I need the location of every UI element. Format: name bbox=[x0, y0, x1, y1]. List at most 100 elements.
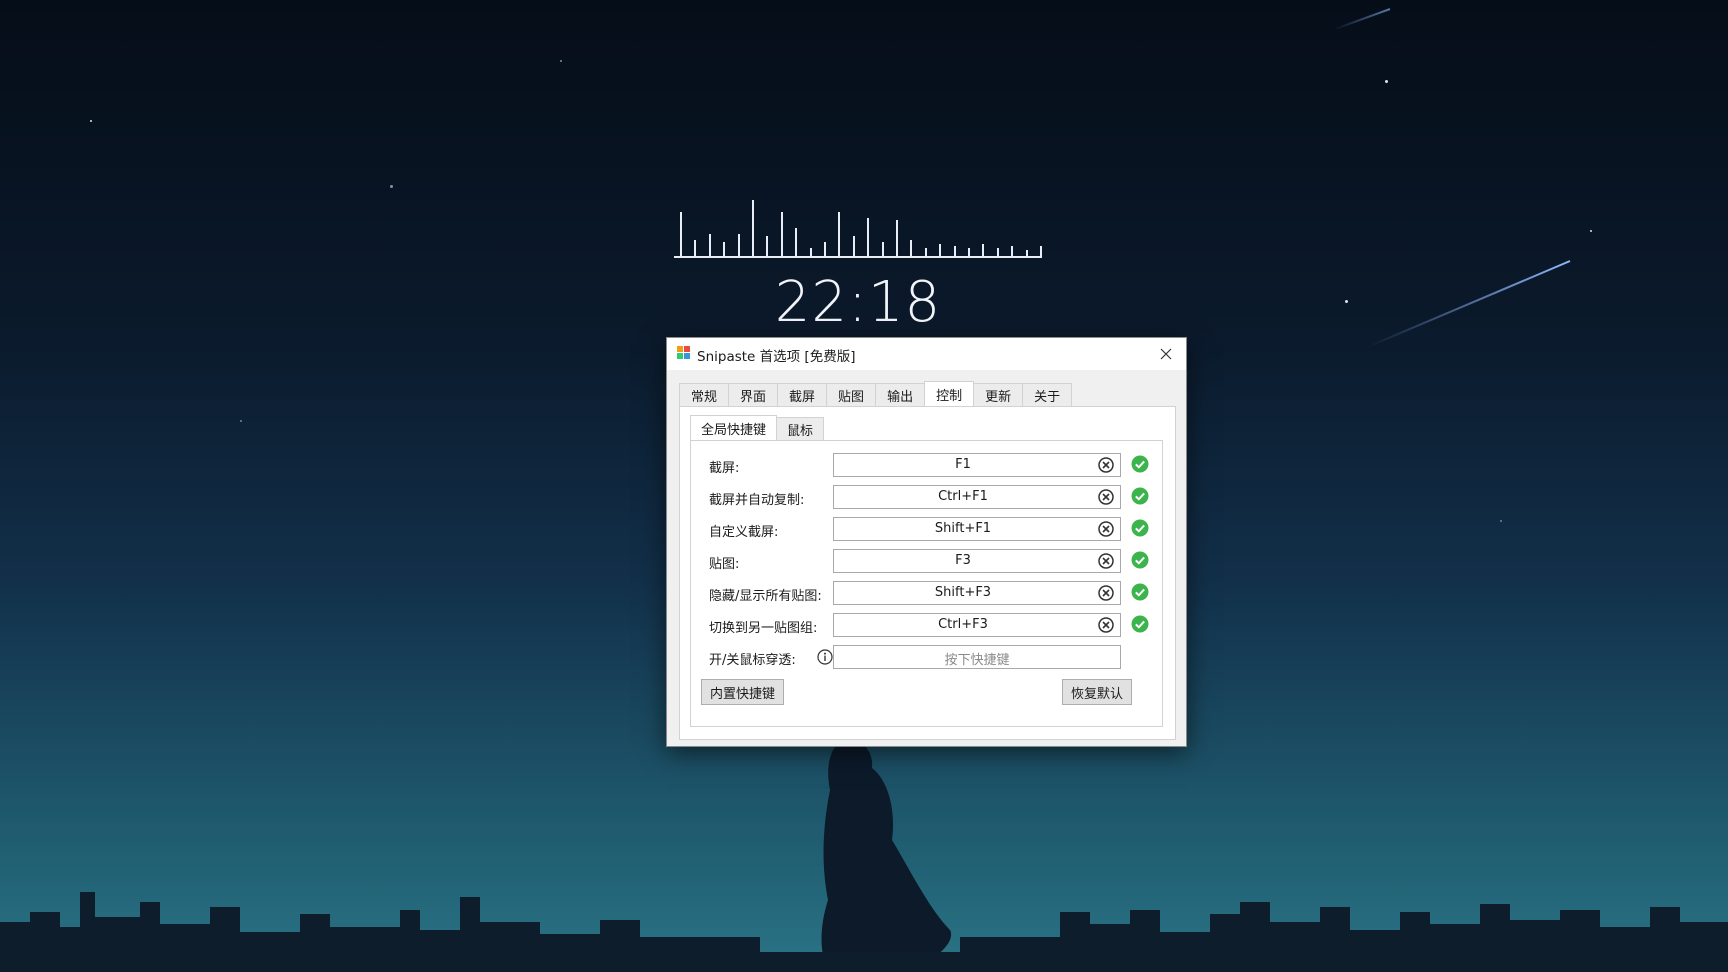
hotkey-row-toggle-pastes: 隐藏/显示所有贴图: Shift+F3 bbox=[691, 581, 1162, 605]
check-ok-icon bbox=[1131, 519, 1149, 537]
hotkey-label: 开/关鼠标穿透: bbox=[709, 653, 796, 668]
subtab-mouse[interactable]: 鼠标 bbox=[776, 417, 825, 441]
visualizer-bar bbox=[737, 234, 740, 256]
hotkey-label: 截屏: bbox=[709, 461, 740, 476]
preferences-dialog: Snipaste 首选项 [免费版] 常规 界面 截屏 贴图 输出 控制 更新 … bbox=[666, 337, 1187, 747]
window-title: Snipaste 首选项 [免费版] bbox=[697, 349, 856, 365]
control-tab-panel: 全局快捷键 鼠标 截屏: F1 截屏并自动复制: Ctrl+F1 自定义截屏: … bbox=[679, 406, 1176, 740]
visualizer-bar bbox=[809, 248, 812, 256]
tab-output[interactable]: 输出 bbox=[875, 383, 926, 407]
visualizer-bar bbox=[910, 240, 913, 256]
hotkey-value: Shift+F1 bbox=[934, 521, 992, 536]
visualizer-bar bbox=[982, 244, 985, 256]
clear-hotkey-icon[interactable] bbox=[1098, 617, 1114, 633]
clear-hotkey-icon[interactable] bbox=[1098, 553, 1114, 569]
visualizer-bar bbox=[953, 246, 956, 256]
hotkey-value: Ctrl+F1 bbox=[938, 489, 988, 504]
tab-about[interactable]: 关于 bbox=[1022, 383, 1073, 407]
hotkey-field[interactable]: Shift+F3 bbox=[833, 581, 1121, 605]
clear-hotkey-icon[interactable] bbox=[1098, 521, 1114, 537]
builtin-hotkeys-button[interactable]: 内置快捷键 bbox=[701, 679, 785, 705]
visualizer-bar bbox=[852, 236, 855, 256]
info-icon[interactable] bbox=[817, 649, 833, 665]
visualizer-bar bbox=[680, 212, 682, 256]
meteor bbox=[1367, 260, 1571, 348]
star bbox=[1590, 230, 1592, 232]
star bbox=[1500, 520, 1502, 522]
star bbox=[240, 420, 242, 422]
clear-hotkey-icon[interactable] bbox=[1098, 489, 1114, 505]
star bbox=[560, 60, 562, 62]
hotkey-value: Ctrl+F3 bbox=[938, 617, 988, 632]
visualizer-bar bbox=[694, 240, 697, 256]
star bbox=[390, 185, 393, 188]
hotkey-row-mouse-passthrough: 开/关鼠标穿透: 按下快捷键 bbox=[691, 645, 1162, 669]
hotkey-row-switch-group: 切换到另一贴图组: Ctrl+F3 bbox=[691, 613, 1162, 637]
check-ok-icon bbox=[1131, 487, 1149, 505]
city-skyline bbox=[0, 892, 1728, 972]
hotkey-field[interactable]: Shift+F1 bbox=[833, 517, 1121, 541]
check-ok-icon bbox=[1131, 551, 1149, 569]
star bbox=[1345, 300, 1348, 303]
tab-interface[interactable]: 界面 bbox=[728, 383, 779, 407]
visualizer-bar bbox=[939, 244, 942, 256]
hotkey-field[interactable]: Ctrl+F1 bbox=[833, 485, 1121, 509]
clear-hotkey-icon[interactable] bbox=[1098, 457, 1114, 473]
restore-defaults-button[interactable]: 恢复默认 bbox=[1062, 679, 1133, 705]
hotkey-field[interactable]: F1 bbox=[833, 453, 1121, 477]
visualizer-baseline bbox=[674, 256, 1042, 258]
hotkey-value: F3 bbox=[955, 553, 971, 568]
visualizer-bar bbox=[968, 248, 970, 256]
visualizer-bar bbox=[1025, 250, 1028, 256]
main-tabs: 常规 界面 截屏 贴图 输出 控制 更新 关于 bbox=[679, 381, 1073, 407]
visualizer-bar bbox=[708, 234, 711, 256]
visualizer-bar bbox=[766, 236, 769, 256]
hotkey-label: 切换到另一贴图组: bbox=[709, 621, 818, 636]
visualizer-bar bbox=[867, 218, 870, 256]
visualizer-bar bbox=[795, 228, 798, 256]
hotkey-value: F1 bbox=[955, 457, 971, 472]
hotkey-label: 自定义截屏: bbox=[709, 525, 779, 540]
hotkey-field-empty[interactable]: 按下快捷键 bbox=[833, 645, 1121, 669]
hotkey-value: Shift+F3 bbox=[934, 585, 992, 600]
visualizer-bar bbox=[896, 220, 898, 256]
check-ok-icon bbox=[1131, 615, 1149, 633]
hotkeys-panel: 截屏: F1 截屏并自动复制: Ctrl+F1 自定义截屏: Shift+F1 bbox=[690, 440, 1163, 727]
snipaste-logo-icon bbox=[677, 346, 690, 359]
visualizer-bar bbox=[838, 212, 841, 256]
tab-paste[interactable]: 贴图 bbox=[826, 383, 877, 407]
check-ok-icon bbox=[1131, 455, 1149, 473]
tab-update[interactable]: 更新 bbox=[973, 383, 1024, 407]
hotkey-label: 截屏并自动复制: bbox=[709, 493, 805, 508]
hotkey-row-snip: 截屏: F1 bbox=[691, 453, 1162, 477]
visualizer-bar bbox=[996, 248, 999, 256]
visualizer-bar bbox=[780, 212, 783, 256]
meteor bbox=[1333, 8, 1391, 31]
visualizer-bar bbox=[752, 200, 754, 256]
tab-general[interactable]: 常规 bbox=[679, 383, 730, 407]
hotkey-placeholder: 按下快捷键 bbox=[944, 653, 1010, 668]
title-bar[interactable]: Snipaste 首选项 [免费版] bbox=[667, 338, 1186, 370]
tab-snip[interactable]: 截屏 bbox=[777, 383, 828, 407]
hotkey-label: 贴图: bbox=[709, 557, 740, 572]
tab-control[interactable]: 控制 bbox=[924, 381, 975, 407]
hotkey-row-snip-copy: 截屏并自动复制: Ctrl+F1 bbox=[691, 485, 1162, 509]
clock-time: 22:18 bbox=[774, 270, 942, 335]
visualizer-bar bbox=[723, 242, 726, 256]
visualizer-bar bbox=[881, 242, 884, 256]
close-button[interactable] bbox=[1146, 338, 1186, 370]
clear-hotkey-icon[interactable] bbox=[1098, 585, 1114, 601]
hotkey-field[interactable]: Ctrl+F3 bbox=[833, 613, 1121, 637]
subtab-global-hotkeys[interactable]: 全局快捷键 bbox=[690, 415, 778, 441]
visualizer-bar bbox=[1040, 246, 1042, 256]
star bbox=[1385, 80, 1388, 83]
star bbox=[90, 120, 92, 122]
hotkey-label: 隐藏/显示所有贴图: bbox=[709, 589, 822, 604]
hotkey-row-custom-snip: 自定义截屏: Shift+F1 bbox=[691, 517, 1162, 541]
hotkey-row-paste: 贴图: F3 bbox=[691, 549, 1162, 573]
visualizer-bar bbox=[1011, 246, 1014, 256]
audio-visualizer bbox=[674, 196, 1042, 258]
hotkey-field[interactable]: F3 bbox=[833, 549, 1121, 573]
visualizer-bar bbox=[824, 242, 826, 256]
visualizer-bar bbox=[924, 248, 927, 256]
